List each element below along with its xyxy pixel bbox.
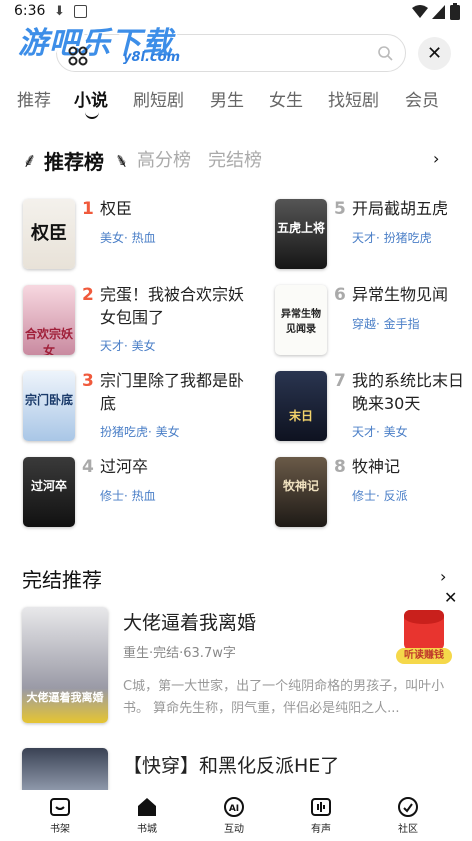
book-tags: 美女· 热血 <box>100 231 156 245</box>
nav-bookshelf[interactable]: 书架 <box>30 790 90 835</box>
close-icon: ✕ <box>426 43 443 64</box>
book-title: 过河卒 <box>100 457 149 476</box>
book-tags: 修士· 热血 <box>100 489 156 503</box>
rank-number: 2 <box>82 285 94 305</box>
tab-finished-rank[interactable]: 完结榜 <box>208 146 262 172</box>
nav-community[interactable]: 社区 <box>378 790 438 835</box>
book-title: 完蛋！我被合欢宗妖女包围了 <box>100 285 245 327</box>
active-tab-indicator <box>85 111 99 119</box>
wifi-icon <box>412 5 428 18</box>
nav-label: 书城 <box>137 824 157 835</box>
book-tags: 修士· 反派 <box>352 489 408 503</box>
tab-female[interactable]: 女生 <box>269 86 303 111</box>
rank-number: 8 <box>334 457 346 477</box>
section-title: 完结推荐 <box>22 568 102 592</box>
finished-more-icon[interactable]: › <box>440 567 446 586</box>
book-title: 牧神记 <box>352 457 401 476</box>
laurel-left-icon: ⸙ <box>22 148 37 172</box>
book-cover: 权臣 <box>23 199 75 269</box>
tab-short-drama[interactable]: 刷短剧 <box>133 86 184 111</box>
battery-icon <box>450 3 460 20</box>
book-cover: 合欢宗妖女 <box>23 285 75 355</box>
book-title: 异常生物见闻 <box>352 285 449 304</box>
rank-number: 1 <box>82 199 94 219</box>
book-tags: 天才· 美女 <box>100 339 156 353</box>
book-cover: 五虎上将 <box>275 199 327 269</box>
nav-label: 社区 <box>398 824 418 835</box>
tab-vip[interactable]: 会员 <box>405 86 439 111</box>
book-cover: 异常生物见闻录 <box>275 285 327 355</box>
book-tags: 天才· 美女 <box>352 425 408 439</box>
rank-number: 3 <box>82 371 94 391</box>
book-description: C城，第一大世家，出了一个纯阴命格的男孩子，叫叶小书。 算命先生称，阴气重，伴侣… <box>123 679 445 716</box>
nav-bookstore[interactable]: 书城 <box>117 790 177 835</box>
ad-close-icon[interactable]: ✕ <box>444 588 457 607</box>
notification-icon <box>74 5 87 18</box>
logo-mark-icon <box>68 46 88 66</box>
book-title: 我的系统比末日晚来30天 <box>352 371 465 413</box>
category-tabs: 推荐 小说 刷短剧 男生 女生 找短剧 会员 <box>0 86 472 122</box>
download-icon: ⬇ <box>54 4 65 19</box>
tab-high-score-rank[interactable]: 高分榜 <box>137 146 191 172</box>
rank-number: 7 <box>334 371 346 391</box>
signal-icon <box>432 5 445 19</box>
nav-label: 有声 <box>311 824 331 835</box>
book-title: 开局截胡五虎 <box>352 199 449 218</box>
book-title: 宗门里除了我都是卧底 <box>100 371 245 413</box>
book-cover: 末日 <box>275 371 327 441</box>
rank-number: 6 <box>334 285 346 305</box>
book-cover: 大佬逼着我离婚 <box>22 607 108 723</box>
rank-number: 5 <box>334 199 346 219</box>
book-cover: 过河卒 <box>23 457 75 527</box>
status-time: 6:36 <box>14 3 46 19</box>
ranking-more-icon[interactable]: › <box>433 149 439 168</box>
book-cover: 宗门卧底 <box>23 371 75 441</box>
ai-icon: AI <box>224 797 244 817</box>
tab-find-drama[interactable]: 找短剧 <box>328 86 379 111</box>
nav-label: 互动 <box>224 824 244 835</box>
bottom-nav: 书架 书城 AI 互动 有声 社区 <box>0 790 472 841</box>
search-icon <box>378 46 393 61</box>
nav-interact[interactable]: AI 互动 <box>204 790 264 835</box>
book-tags: 穿越· 金手指 <box>352 317 420 331</box>
book-meta: 重生·完结·63.7w字 <box>123 646 236 661</box>
book-tags: 扮猪吃虎· 美女 <box>100 425 180 439</box>
svg-text:AI: AI <box>229 804 239 814</box>
tab-recommend-rank[interactable]: 推荐榜 <box>44 146 104 175</box>
book-tags: 天才· 扮猪吃虎 <box>352 231 432 245</box>
nav-label: 书架 <box>50 824 70 835</box>
tab-male[interactable]: 男生 <box>210 86 244 111</box>
logo-url: y8l.com <box>123 50 181 65</box>
tab-novel[interactable]: 小说 <box>74 86 108 111</box>
audio-icon <box>311 798 331 816</box>
bookstore-icon <box>138 798 156 816</box>
red-packet-icon <box>404 610 444 650</box>
book-cover <box>22 748 108 790</box>
nav-audio[interactable]: 有声 <box>291 790 351 835</box>
book-title: 【快穿】和黑化反派HE了 <box>123 755 340 777</box>
community-icon <box>398 797 418 817</box>
red-packet-ad[interactable]: 听读赚钱 <box>396 610 452 666</box>
tab-recommend[interactable]: 推荐 <box>17 86 51 111</box>
book-title: 大佬逼着我离婚 <box>123 612 257 634</box>
book-title: 权臣 <box>100 199 133 218</box>
bookshelf-icon <box>50 798 70 816</box>
book-cover: 牧神记 <box>275 457 327 527</box>
close-button[interactable]: ✕ <box>418 37 451 70</box>
rank-number: 4 <box>82 457 94 477</box>
site-logo: 游吧乐下载 y8l.com <box>18 18 188 70</box>
laurel-right-icon: ⸙ <box>114 148 129 172</box>
ad-label: 听读赚钱 <box>396 648 452 664</box>
